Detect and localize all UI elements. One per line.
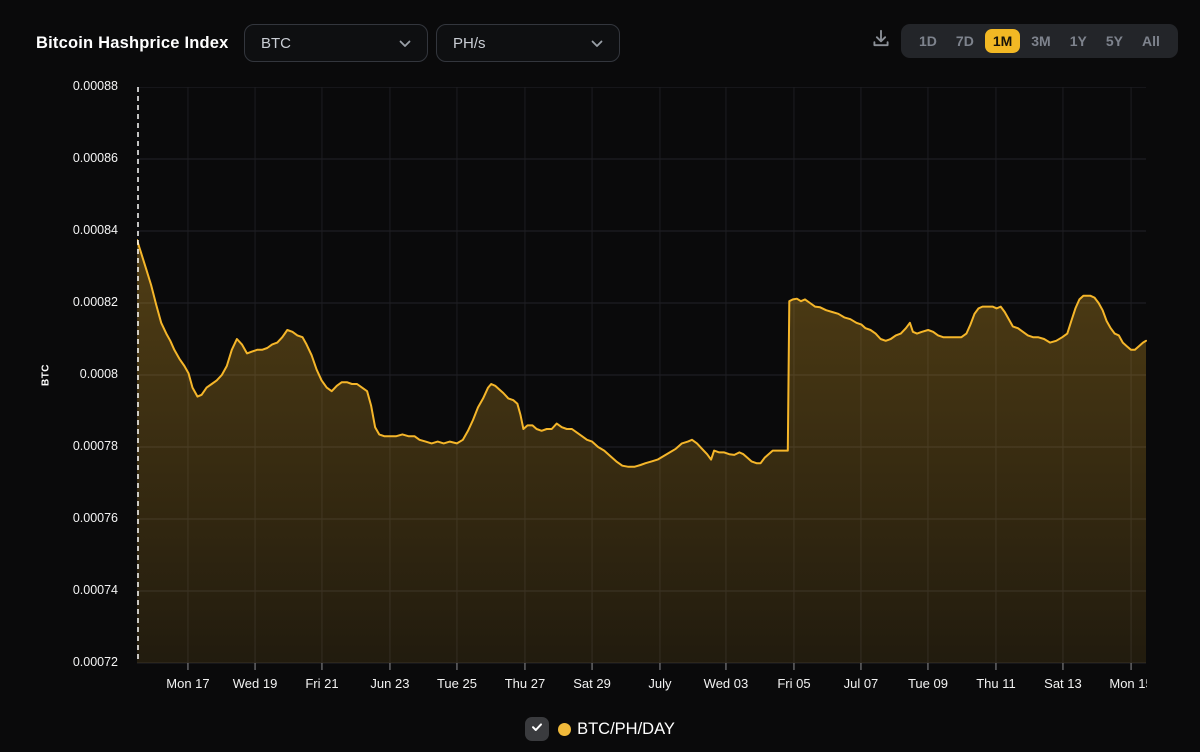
unit-dropdown[interactable]: PH/s [436, 24, 620, 62]
series-color-dot [558, 723, 571, 736]
x-tick-label: Mon 17 [166, 676, 209, 691]
x-tick-label: Wed 03 [704, 676, 749, 691]
range-button-3m[interactable]: 3M [1023, 29, 1058, 53]
page-title: Bitcoin Hashprice Index [36, 34, 229, 53]
range-button-7d[interactable]: 7D [948, 29, 982, 53]
y-tick-label: 0.00084 [33, 223, 118, 237]
x-tick-label: Thu 11 [976, 676, 1016, 691]
y-tick-label: 0.00088 [33, 79, 118, 93]
y-tick-label: 0.00074 [33, 583, 118, 597]
hashprice-area-chart [137, 87, 1147, 679]
legend-item[interactable]: BTC/PH/DAY [558, 720, 675, 739]
legend-checkbox[interactable] [525, 717, 549, 741]
y-tick-label: 0.00082 [33, 295, 118, 309]
download-icon [870, 27, 892, 54]
x-tick-label: Sat 13 [1044, 676, 1082, 691]
currency-dropdown[interactable]: BTC [244, 24, 428, 62]
y-tick-label: 0.0008 [33, 367, 118, 381]
range-button-all[interactable]: All [1134, 29, 1168, 53]
y-tick-label: 0.00086 [33, 151, 118, 165]
x-tick-label: Jul 07 [844, 676, 879, 691]
legend-series-label: BTC/PH/DAY [577, 720, 675, 739]
x-tick-label: Tue 09 [908, 676, 948, 691]
x-tick-label: Sat 29 [573, 676, 611, 691]
chevron-down-icon [399, 35, 411, 52]
chevron-down-icon [591, 35, 603, 52]
y-tick-label: 0.00078 [33, 439, 118, 453]
unit-dropdown-value: PH/s [453, 35, 486, 52]
x-tick-label: Tue 25 [437, 676, 477, 691]
range-button-1d[interactable]: 1D [911, 29, 945, 53]
x-tick-label: Fri 21 [305, 676, 338, 691]
y-tick-label: 0.00076 [33, 511, 118, 525]
check-icon [530, 720, 544, 739]
y-tick-label: 0.00072 [33, 655, 118, 669]
range-button-5y[interactable]: 5Y [1098, 29, 1131, 53]
currency-dropdown-value: BTC [261, 35, 291, 52]
x-axis-labels: Mon 17 Wed 19 Fri 21 Jun 23 Tue 25 Thu 27 Sat … [0, 674, 1147, 696]
chart-legend: BTC/PH/DAY [0, 717, 1200, 741]
x-tick-label: Mon 15 [1109, 676, 1147, 691]
download-button[interactable] [866, 25, 896, 55]
x-tick-label: Wed 19 [233, 676, 278, 691]
time-range-selector: 1D7D1M3M1Y5YAll [901, 24, 1178, 58]
x-tick-label: Thu 27 [505, 676, 545, 691]
range-button-1y[interactable]: 1Y [1062, 29, 1095, 53]
x-tick-label: Jun 23 [370, 676, 409, 691]
range-button-1m[interactable]: 1M [985, 29, 1020, 53]
x-tick-label: July [648, 676, 671, 691]
hashprice-dashboard: Bitcoin Hashprice Index BTC PH/s 1D7D1M3… [0, 0, 1200, 752]
x-tick-label: Fri 05 [777, 676, 810, 691]
